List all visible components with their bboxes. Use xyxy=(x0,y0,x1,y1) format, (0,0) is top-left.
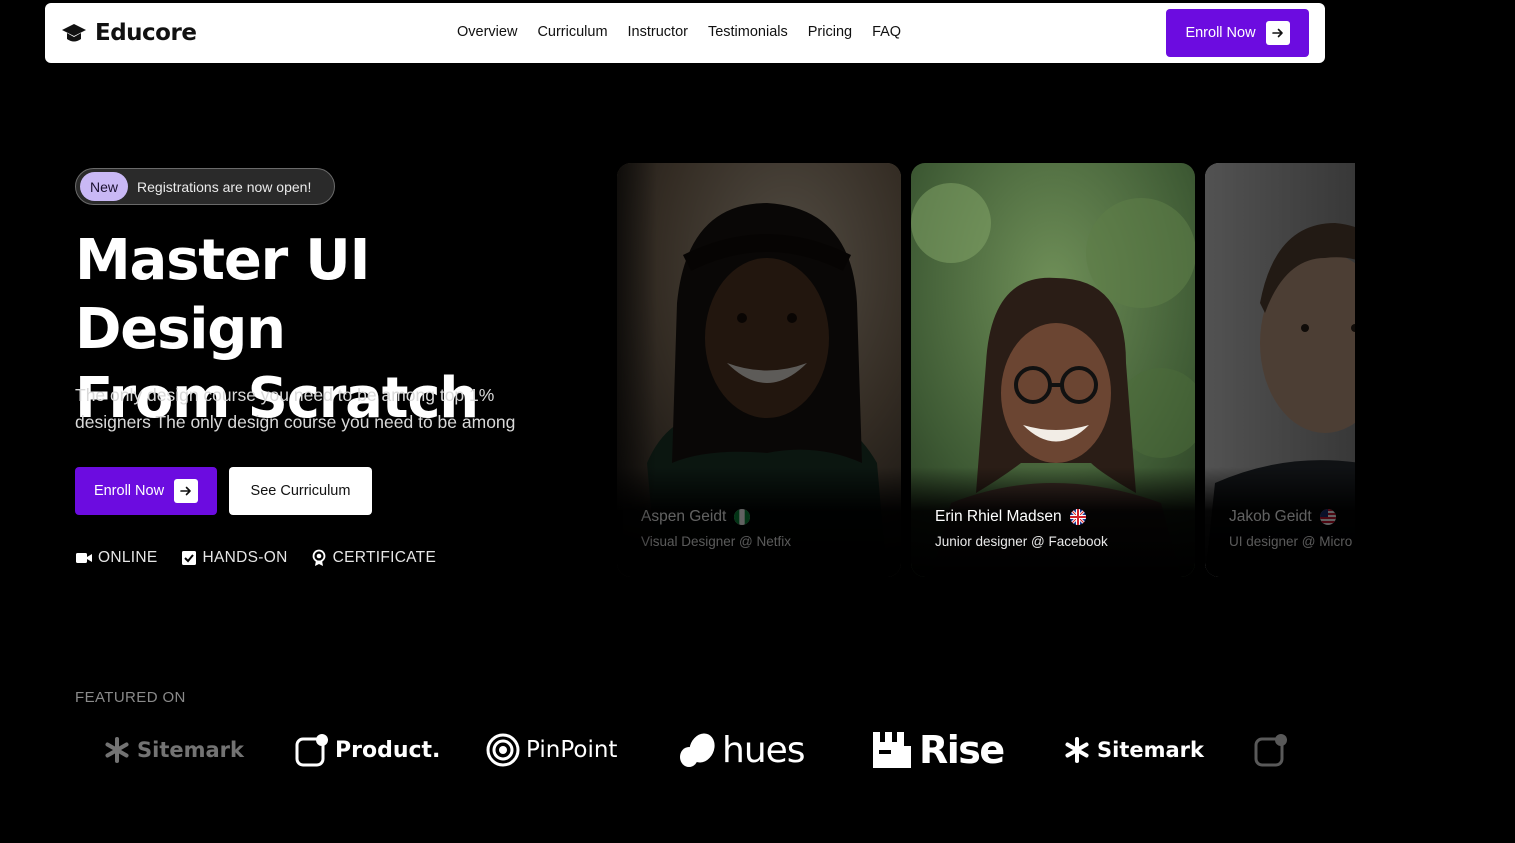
testimonial-name-row: Aspen Geidt xyxy=(641,508,751,526)
testimonial-carousel[interactable]: Aspen Geidt Visual Designer @ Netfix Eri… xyxy=(617,163,1355,577)
sitemark-mark-icon xyxy=(1065,737,1089,763)
sitemark-wordmark: Sitemark xyxy=(1097,738,1204,762)
announcement-text: Registrations are now open! xyxy=(137,178,312,195)
award-ribbon-icon xyxy=(312,549,325,566)
us-flag-icon xyxy=(1319,509,1336,525)
announcement-badge[interactable]: New Registrations are now open! xyxy=(75,168,335,205)
testimonial-name: Erin Rhiel Madsen xyxy=(935,508,1062,525)
feature-certificate-label: CERTIFICATE xyxy=(332,549,437,566)
hero-title-line-1: Master UI Design xyxy=(75,228,370,362)
nav-link-curriculum[interactable]: Curriculum xyxy=(537,24,607,40)
enroll-now-label: Enroll Now xyxy=(93,483,165,499)
rise-logo: Rise xyxy=(871,725,1005,775)
uk-flag-icon xyxy=(1069,509,1086,525)
featured-logos-row: Sitemark Product. PinPoint hues Rise Sit… xyxy=(75,725,1325,775)
pinpoint-wordmark: PinPoint xyxy=(526,737,618,763)
testimonial-card[interactable]: Jakob Geidt UI designer @ Micro xyxy=(1205,163,1355,577)
testimonial-role: Junior designer @ Facebook xyxy=(935,534,1108,549)
featured-on-label: FEATURED ON xyxy=(75,689,186,706)
arrow-right-icon xyxy=(1265,21,1290,45)
product-wordmark: Product. xyxy=(335,737,441,763)
rise-wordmark: Rise xyxy=(919,728,1005,772)
nigeria-flag-icon xyxy=(734,509,751,525)
see-curriculum-button[interactable]: See Curriculum xyxy=(229,467,372,515)
enroll-now-button[interactable]: Enroll Now xyxy=(75,467,217,515)
feature-online: ONLINE xyxy=(75,549,158,567)
pinpoint-logo: PinPoint xyxy=(486,725,617,775)
brand-logo[interactable]: Educore xyxy=(61,20,197,46)
top-navbar: Educore Overview Curriculum Instructor T… xyxy=(45,3,1325,63)
testimonial-name: Jakob Geidt xyxy=(1229,508,1312,525)
testimonial-name-row: Jakob Geidt xyxy=(1229,508,1336,526)
brand-name: Educore xyxy=(95,20,197,46)
testimonial-name-row: Erin Rhiel Madsen xyxy=(935,508,1086,526)
feature-online-label: ONLINE xyxy=(98,549,158,566)
nav-link-overview[interactable]: Overview xyxy=(457,24,517,40)
sitemark-logo-2: Sitemark xyxy=(1063,725,1204,775)
feature-hands-on-label: HANDS-ON xyxy=(202,549,288,566)
testimonial-card[interactable]: Aspen Geidt Visual Designer @ Netfix xyxy=(617,163,901,577)
hero-subtitle: The only design course you need to be am… xyxy=(75,385,516,432)
sitemark-mark-icon xyxy=(105,737,129,763)
new-tag: New xyxy=(80,172,129,201)
nav-link-faq[interactable]: FAQ xyxy=(872,24,901,40)
hues-wordmark: hues xyxy=(722,729,806,771)
feature-hands-on: HANDS-ON xyxy=(180,549,288,567)
product-logo-partial xyxy=(1254,725,1288,775)
hues-logo: hues xyxy=(678,725,806,775)
graduation-cap-icon xyxy=(62,24,86,42)
course-features: ONLINE HANDS-ON CERTIFICATE xyxy=(75,549,436,567)
testimonial-role: Visual Designer @ Netfix xyxy=(641,534,792,549)
product-mark-icon xyxy=(295,734,328,767)
sitemark-logo: Sitemark xyxy=(103,725,244,775)
nav-enroll-button[interactable]: Enroll Now xyxy=(1166,9,1309,57)
nav-enroll-label: Enroll Now xyxy=(1185,25,1256,41)
rise-mark-icon xyxy=(873,732,911,768)
testimonial-card-active[interactable]: Erin Rhiel Madsen Junior designer @ Face… xyxy=(911,163,1195,577)
nav-link-pricing[interactable]: Pricing xyxy=(808,24,852,40)
testimonial-role: UI designer @ Micro xyxy=(1229,534,1353,549)
nav-link-testimonials[interactable]: Testimonials xyxy=(708,24,788,40)
checkbox-icon xyxy=(181,551,196,565)
nav-link-instructor[interactable]: Instructor xyxy=(628,24,688,40)
product-mark-icon xyxy=(1254,734,1287,767)
feature-certificate: CERTIFICATE xyxy=(310,549,436,567)
arrow-right-icon xyxy=(174,479,199,503)
hues-mark-icon xyxy=(680,733,715,767)
video-camera-icon xyxy=(76,553,92,563)
pinpoint-target-icon xyxy=(486,733,520,767)
product-logo: Product. xyxy=(295,725,440,775)
sitemark-wordmark: Sitemark xyxy=(137,738,244,762)
main-menu: Overview Curriculum Instructor Testimoni… xyxy=(457,24,901,40)
see-curriculum-label: See Curriculum xyxy=(250,483,351,499)
